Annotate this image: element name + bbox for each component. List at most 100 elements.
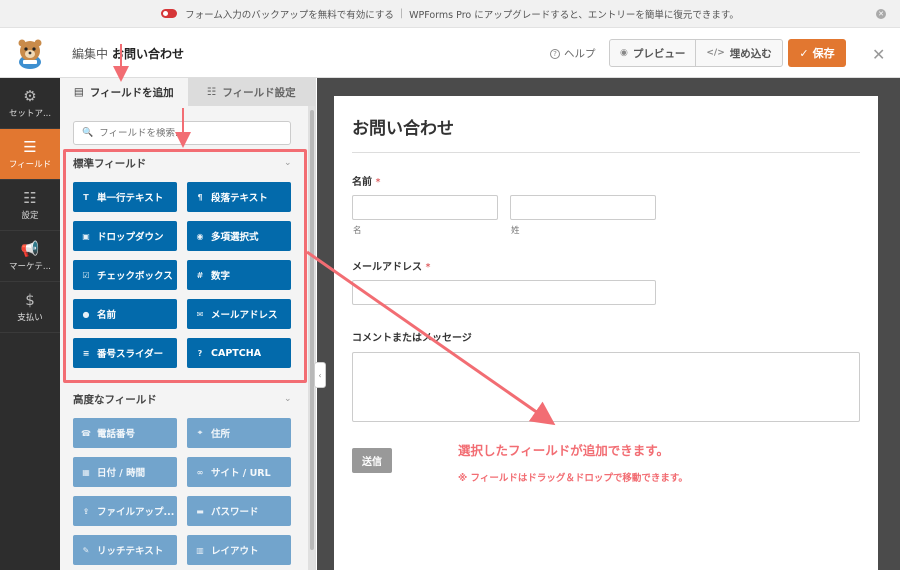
sliders-icon: ☷ [206,86,217,98]
submit-button[interactable]: 送信 [352,448,392,473]
sidebar-item-payments[interactable]: $ 支払い [0,282,60,333]
map-pin-icon: ⌖ [197,428,203,437]
field-button-label: パスワード [211,507,259,518]
field-search[interactable]: 🔍 [73,121,291,145]
sidebar-item-label: 設定 [21,210,39,221]
chevron-left-icon[interactable]: ‹ [314,362,326,388]
field-button-address[interactable]: ⌖ 住所 [187,418,291,448]
field-button-label: チェックボックス [97,271,173,282]
chevron-down-icon[interactable]: ⌄ [284,394,292,404]
field-button-label: 数字 [211,271,231,282]
advanced-fields-title[interactable]: 高度なフィールド [73,392,157,407]
field-button-label: 多項選択式 [211,232,259,243]
help-label: ヘルプ [564,48,596,60]
sidebar-item-marketing[interactable]: 📢 マーケテ... [0,231,60,282]
annotation-main: 選択したフィールドが追加できます。 [458,443,670,458]
field-button-label: ドロップダウン [97,232,164,243]
backup-toggle[interactable] [161,9,178,18]
notice-separator: | [399,8,404,19]
standard-fields-grid: T 単一行テキスト ¶ 段落テキスト ▣ ドロップダウン ◉ 多項選択式 ☑ チェックボッ… [73,182,293,368]
sidebar-item-setup[interactable]: ⚙ セットア... [0,78,60,129]
field-button-label: 単一行テキスト [97,193,164,204]
check-icon: ✓ [799,46,809,60]
close-icon[interactable]: ✕ [872,45,885,64]
field-button-captcha[interactable]: ? CAPTCHA [187,338,291,368]
layout-icon: ▥ [196,545,204,555]
fields-list-icon: ☰ [23,137,37,156]
phone-icon: ☎ [81,428,91,438]
form-title[interactable]: お問い合わせ [352,114,454,139]
preview-button[interactable]: ◉ プレビュー [610,40,695,66]
embed-label: 埋め込む [729,47,772,60]
first-name-sublabel: 名 [353,226,362,236]
field-button-email[interactable]: ✉ メールアドレス [187,299,291,329]
search-input[interactable] [99,127,280,139]
required-mark: * [375,177,381,188]
sidebar-item-settings[interactable]: ☷ 設定 [0,180,60,231]
field-button-label: リッチテキスト [97,546,164,557]
sidebar-item-label: セットア... [8,108,52,119]
field-button-phone[interactable]: ☎ 電話番号 [73,418,177,448]
first-name-input[interactable] [352,195,498,220]
field-button-website-url[interactable]: ∞ サイト / URL [187,457,291,487]
upload-icon: ⇪ [82,506,90,516]
field-button-rich-text[interactable]: ✎ リッチテキスト [73,535,177,565]
field-button-single-line-text[interactable]: T 単一行テキスト [73,182,177,212]
field-button-date-time[interactable]: ▦ 日付 / 時間 [73,457,177,487]
tab-label: フィールドを追加 [89,86,174,99]
comment-field-label[interactable]: コメントまたはメッセージ [352,329,472,344]
panel-scrollbar[interactable] [308,106,315,570]
form-name: お問い合わせ [112,47,185,61]
hash-icon: # [196,270,204,280]
field-button-label: CAPTCHA [211,347,262,359]
gear-icon: ⚙ [23,86,37,105]
field-button-label: レイアウト [211,546,259,557]
field-button-file-upload[interactable]: ⇪ ファイルアップ... [73,496,177,526]
help-button[interactable]: ? ヘルプ [550,46,596,61]
sidebar-item-label: 支払い [17,312,43,323]
close-circle-icon[interactable]: ✕ [876,9,886,19]
field-button-layout[interactable]: ▥ レイアウト [187,535,291,565]
search-icon: 🔍 [82,128,94,138]
advanced-fields-grid: ☎ 電話番号 ⌖ 住所 ▦ 日付 / 時間 ∞ サイト / URL ⇪ ファイルアップ..… [73,418,293,565]
panel-tabs: ▤ フィールドを追加 ☷ フィールド設定 [60,78,315,106]
tab-add-fields[interactable]: ▤ フィールドを追加 [60,78,188,106]
field-button-label: 番号スライダー [97,349,164,360]
user-icon: ● [82,309,90,319]
email-input[interactable] [352,280,656,305]
field-button-label: サイト / URL [211,468,271,479]
field-button-number-slider[interactable]: ≡ 番号スライダー [73,338,177,368]
tab-field-options[interactable]: ☷ フィールド設定 [187,78,315,106]
field-button-paragraph-text[interactable]: ¶ 段落テキスト [187,182,291,212]
sidebar-item-fields[interactable]: ☰ フィールド [0,129,60,180]
field-button-label: 電話番号 [97,429,136,440]
standard-fields-title[interactable]: 標準フィールド [73,156,146,171]
builder-header: 編集中 お問い合わせ ? ヘルプ ◉ プレビュー </> 埋め込む ✓ 保存 ✕ [0,28,900,78]
field-button-multiple-choice[interactable]: ◉ 多項選択式 [187,221,291,251]
lock-icon: ▬ [196,506,204,516]
tab-label: フィールド設定 [222,86,296,99]
field-button-checkboxes[interactable]: ☑ チェックボックス [73,260,177,290]
comment-textarea[interactable] [352,352,860,422]
slider-icon: ≡ [82,348,90,358]
sidebar-item-label: フィールド [8,159,52,170]
upgrade-notice-bar: フォーム入力のバックアップを無料で有効にする | WPForms Pro にアッ… [0,0,900,28]
name-field-label[interactable]: 名前 * [352,173,380,188]
field-button-password[interactable]: ▬ パスワード [187,496,291,526]
field-button-numbers[interactable]: # 数字 [187,260,291,290]
last-name-input[interactable] [510,195,656,220]
field-button-dropdown[interactable]: ▣ ドロップダウン [73,221,177,251]
help-icon: ? [550,48,560,59]
save-button[interactable]: ✓ 保存 [788,39,846,67]
chevron-down-icon[interactable]: ⌄ [284,158,292,168]
eye-icon: ◉ [620,48,628,58]
field-button-label: メールアドレス [211,310,278,321]
email-field-label[interactable]: メールアドレス * [352,258,430,273]
email-label: メールアドレス [352,262,422,273]
last-name-sublabel: 姓 [511,226,520,236]
field-button-name[interactable]: ● 名前 [73,299,177,329]
code-icon: </> [706,48,725,58]
envelope-icon: ✉ [196,309,204,319]
embed-button[interactable]: </> 埋め込む [695,40,781,66]
scrollbar-thumb[interactable] [310,110,314,550]
